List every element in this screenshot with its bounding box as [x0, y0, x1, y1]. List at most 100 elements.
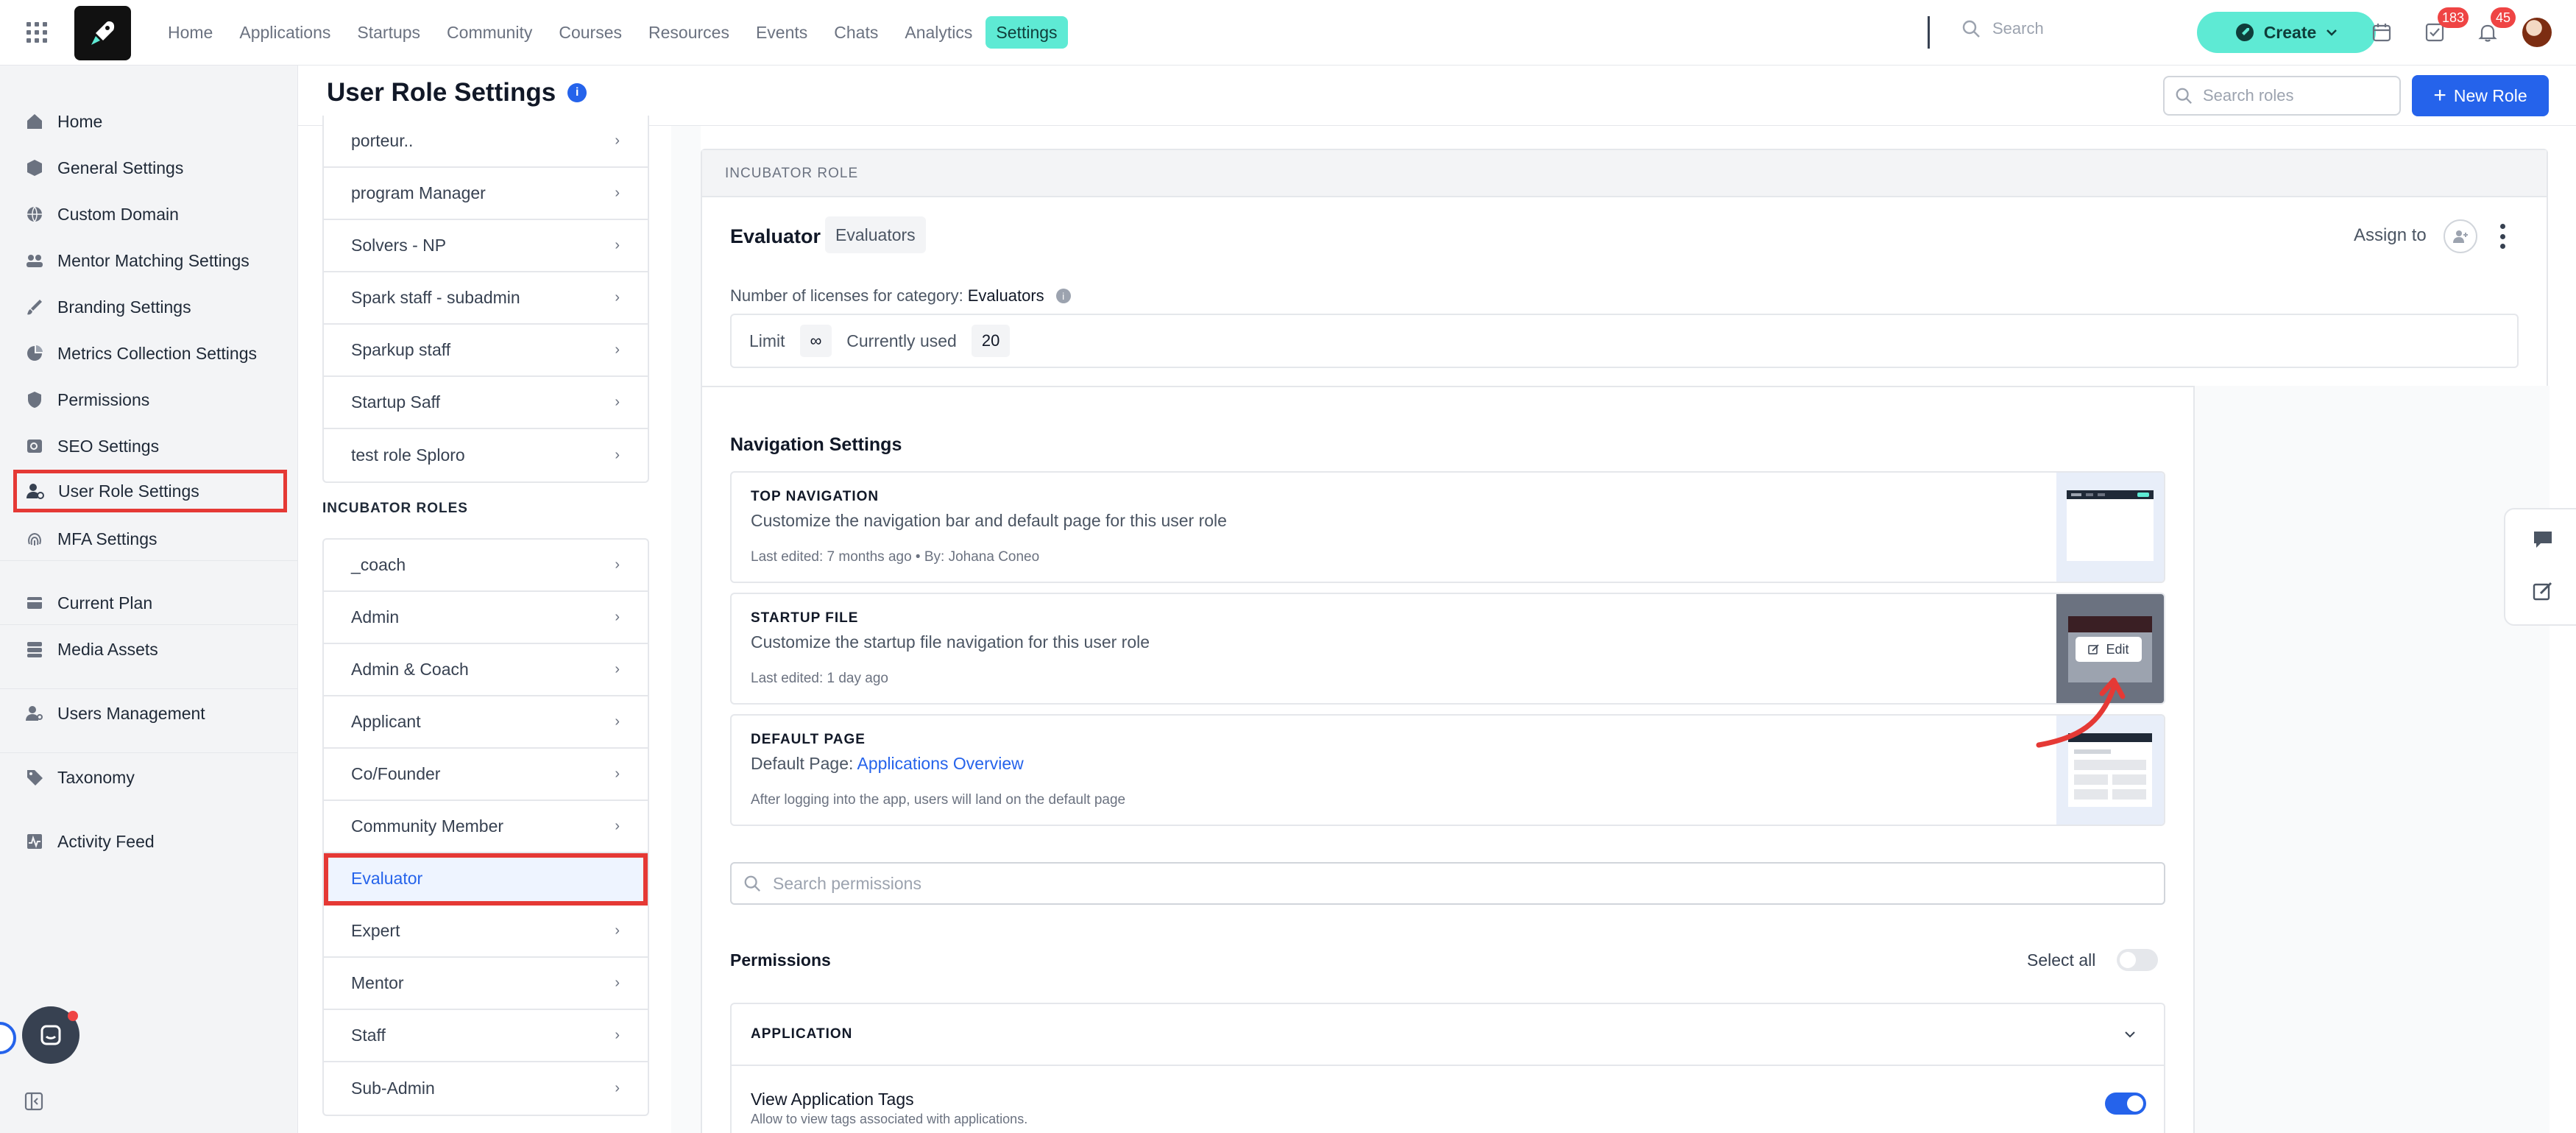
search-permissions-input[interactable]: Search permissions	[730, 862, 2165, 905]
role-item[interactable]: Applicant ›	[324, 696, 648, 749]
card-desc: Customize the startup file navigation fo…	[751, 632, 1150, 652]
assign-user-icon[interactable]	[2444, 219, 2477, 253]
calendar-icon[interactable]	[2368, 19, 2395, 46]
role-item[interactable]: Spark staff - subadmin ›	[324, 272, 648, 325]
role-item[interactable]: _coach ›	[324, 540, 648, 592]
sidebar-item-custom-domain[interactable]: Custom Domain	[13, 193, 287, 236]
role-item[interactable]: Mentor ›	[324, 958, 648, 1010]
select-all-toggle[interactable]	[2117, 949, 2158, 971]
info-icon[interactable]: i	[1055, 289, 1071, 303]
globe-icon	[25, 205, 44, 224]
nav-settings[interactable]: Settings	[986, 16, 1068, 49]
page-title: User Role Settings i	[327, 78, 587, 107]
user-manage-icon	[25, 704, 44, 723]
sidebar-item-media-assets[interactable]: Media Assets	[13, 628, 287, 671]
top-bar: Home Applications Startups Community Cou…	[0, 0, 2576, 66]
role-item-label: _coach	[351, 555, 406, 574]
role-item-label: Startup Saff	[351, 392, 441, 412]
nav-resources[interactable]: Resources	[635, 16, 743, 49]
role-item-label: Community Member	[351, 816, 504, 836]
sidebar-item-users-management[interactable]: Users Management	[13, 692, 287, 735]
limit-value[interactable]: ∞	[799, 325, 832, 357]
chevron-right-icon: ›	[615, 237, 620, 253]
top-navigation-card[interactable]: TOP NAVIGATION Customize the navigation …	[730, 471, 2165, 583]
comment-icon[interactable]	[2532, 529, 2554, 554]
role-item[interactable]: Community Member ›	[324, 801, 648, 853]
search-icon	[744, 875, 760, 892]
role-item-label: Staff	[351, 1026, 386, 1045]
create-button[interactable]: Create	[2197, 12, 2376, 53]
role-item[interactable]: porteur.. ›	[324, 116, 648, 168]
home-icon	[25, 112, 44, 131]
sidebar-item-general-settings[interactable]: General Settings	[13, 147, 287, 189]
nav-events[interactable]: Events	[743, 16, 821, 49]
role-item[interactable]: Admin & Coach ›	[324, 644, 648, 696]
role-item[interactable]: Evaluator	[324, 853, 648, 906]
nav-home[interactable]: Home	[155, 16, 226, 49]
sidebar-item-label: Branding Settings	[57, 297, 191, 317]
role-item[interactable]: Admin ›	[324, 592, 648, 644]
sidebar-item-label: MFA Settings	[57, 529, 158, 548]
role-item-label: Sub-Admin	[351, 1079, 435, 1098]
new-role-button[interactable]: + New Role	[2412, 75, 2549, 116]
role-item[interactable]: Startup Saff ›	[324, 377, 648, 429]
seo-icon	[25, 437, 44, 456]
limit-label: Limit	[749, 331, 785, 350]
sidebar-item-seo-settings[interactable]: SEO Settings	[13, 425, 287, 467]
bell-icon[interactable]: 45	[2474, 7, 2516, 46]
role-item-label: program Manager	[351, 183, 486, 202]
role-item-label: Sparkup staff	[351, 340, 451, 359]
collapse-sidebar-icon[interactable]	[24, 1091, 44, 1112]
sidebar-item-activity-feed[interactable]: Activity Feed	[13, 820, 287, 863]
role-item[interactable]: program Manager ›	[324, 168, 648, 220]
role-item[interactable]: Sparkup staff ›	[324, 325, 648, 377]
sidebar-item-branding-settings[interactable]: Branding Settings	[13, 286, 287, 328]
nav-startups[interactable]: Startups	[344, 16, 434, 49]
plus-icon: +	[2433, 83, 2446, 107]
sidebar-item-label: Mentor Matching Settings	[57, 250, 250, 270]
nav-community[interactable]: Community	[434, 16, 545, 49]
sidebar-item-metrics-collection-settings[interactable]: Metrics Collection Settings	[13, 332, 287, 375]
sidebar-item-taxonomy[interactable]: Taxonomy	[13, 756, 287, 799]
chevron-right-icon: ›	[615, 133, 620, 149]
role-item[interactable]: Sub-Admin ›	[324, 1062, 648, 1115]
chevron-right-icon: ›	[615, 289, 620, 306]
nav-courses[interactable]: Courses	[545, 16, 635, 49]
sidebar-divider	[0, 688, 298, 689]
top-navigation-preview	[2056, 473, 2164, 582]
sidebar-item-current-plan[interactable]: Current Plan	[13, 582, 287, 624]
app-grid-icon[interactable]	[26, 22, 47, 43]
view-application-tags-toggle[interactable]	[2105, 1093, 2146, 1115]
sidebar-item-permissions[interactable]: Permissions	[13, 378, 287, 421]
sidebar-item-user-role-settings[interactable]: User Role Settings	[13, 470, 287, 512]
global-search[interactable]: Search	[1961, 19, 2044, 38]
brand-logo[interactable]	[74, 6, 131, 60]
search-roles-input[interactable]: Search roles	[2163, 76, 2401, 116]
default-page-link[interactable]: Applications Overview	[857, 754, 1024, 773]
permission-desc: Allow to view tags associated with appli…	[751, 1112, 1028, 1126]
role-item[interactable]: test role Sploro ›	[324, 429, 648, 481]
user-avatar[interactable]	[2522, 18, 2552, 47]
activity-icon	[25, 832, 44, 851]
more-options-icon[interactable]	[2498, 224, 2507, 249]
role-item[interactable]: Solvers - NP ›	[324, 220, 648, 272]
nav-applications[interactable]: Applications	[226, 16, 344, 49]
application-section-header[interactable]: APPLICATION	[732, 1004, 2164, 1066]
navigation-settings-title: Navigation Settings	[730, 434, 902, 455]
role-item[interactable]: Staff ›	[324, 1010, 648, 1062]
info-icon[interactable]: i	[567, 83, 587, 102]
role-item[interactable]: Expert ›	[324, 906, 648, 958]
sidebar-item-mfa-settings[interactable]: MFA Settings	[13, 518, 287, 560]
nav-chats[interactable]: Chats	[821, 16, 891, 49]
sidebar-item-home[interactable]: Home	[13, 100, 287, 143]
brush-icon	[25, 297, 44, 317]
sidebar-item-mentor-matching-settings[interactable]: Mentor Matching Settings	[13, 239, 287, 282]
startup-file-card[interactable]: STARTUP FILE Customize the startup file …	[730, 593, 2165, 705]
settings-sidebar: Home General Settings Custom Domain Mentor …	[0, 66, 298, 1133]
default-page-card[interactable]: DEFAULT PAGE Default Page: Applications …	[730, 714, 2165, 826]
users-match-icon	[25, 251, 44, 270]
role-item[interactable]: Co/Founder ›	[324, 749, 648, 801]
edit-note-icon[interactable]	[2532, 580, 2554, 606]
tasks-icon[interactable]: 183	[2421, 7, 2469, 46]
nav-analytics[interactable]: Analytics	[891, 16, 986, 49]
